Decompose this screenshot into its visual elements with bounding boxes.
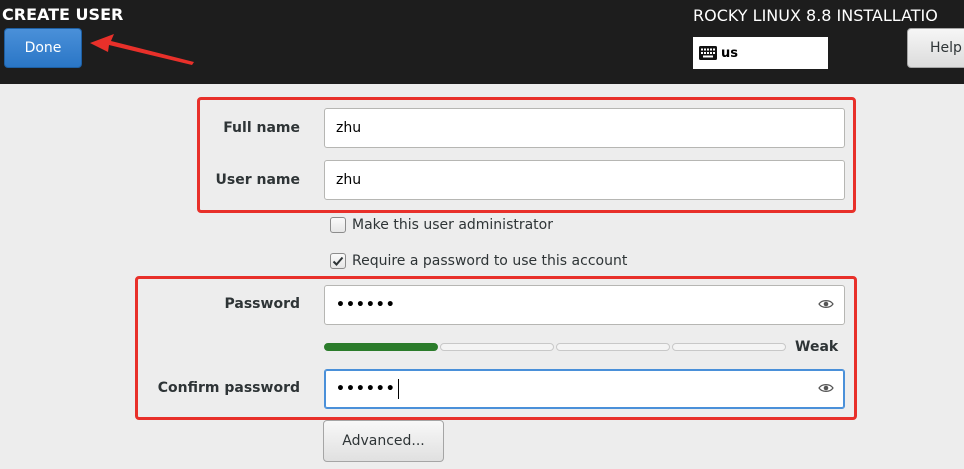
- installer-title: ROCKY LINUX 8.8 INSTALLATIO: [693, 6, 938, 25]
- help-button[interactable]: Help: [907, 28, 964, 68]
- advanced-button[interactable]: Advanced...: [323, 420, 444, 462]
- admin-checkbox-label: Make this user administrator: [352, 217, 553, 233]
- require-password-checkbox-row[interactable]: Require a password to use this account: [330, 252, 627, 270]
- keyboard-layout-indicator[interactable]: us: [693, 37, 828, 69]
- page-title: CREATE USER: [2, 5, 124, 24]
- annotation-arrow-icon: [90, 34, 194, 65]
- header-bar: CREATE USER Done ROCKY LINUX 8.8 INSTALL…: [0, 0, 964, 84]
- checkmark-icon: [332, 256, 344, 266]
- admin-checkbox[interactable]: [330, 217, 346, 233]
- require-password-label: Require a password to use this account: [352, 253, 628, 269]
- require-password-checkbox[interactable]: [330, 253, 346, 269]
- keyboard-icon: [699, 46, 717, 60]
- done-button[interactable]: Done: [4, 28, 82, 68]
- admin-checkbox-row[interactable]: Make this user administrator: [330, 216, 553, 234]
- keyboard-layout-label: us: [721, 45, 738, 61]
- annotation-box-passwords: [135, 276, 857, 420]
- annotation-box-names: [197, 97, 856, 213]
